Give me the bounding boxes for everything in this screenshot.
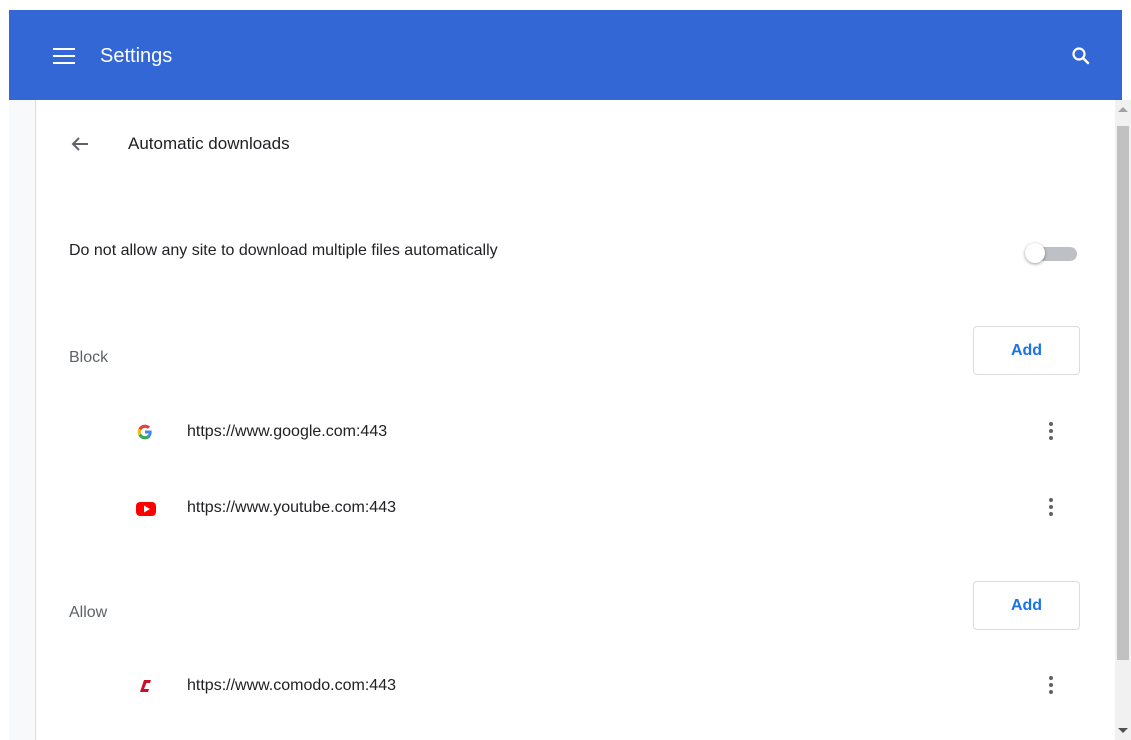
block-site-row: https://www.youtube.com:443: [120, 488, 1100, 528]
allow-add-button[interactable]: Add: [973, 581, 1080, 630]
site-url-link[interactable]: https://www.google.com:443: [187, 421, 387, 443]
search-icon[interactable]: [1069, 44, 1093, 68]
more-actions-icon[interactable]: [1040, 674, 1062, 698]
arrow-back-icon[interactable]: [68, 132, 92, 156]
scroll-down-arrow-icon[interactable]: [1118, 728, 1128, 733]
vertical-scrollbar[interactable]: [1115, 100, 1131, 740]
allow-section-label: Allow: [69, 604, 108, 621]
scroll-up-arrow-icon[interactable]: [1118, 107, 1128, 112]
site-url-link[interactable]: https://www.youtube.com:443: [187, 497, 396, 519]
block-section-label: Block: [69, 349, 109, 366]
page-title: Automatic downloads: [128, 134, 290, 153]
more-actions-icon[interactable]: [1040, 496, 1062, 520]
comodo-favicon-icon: [135, 676, 157, 696]
more-actions-icon[interactable]: [1040, 420, 1062, 444]
block-all-toggle[interactable]: [1025, 241, 1079, 265]
block-add-button[interactable]: Add: [973, 326, 1080, 375]
app-header: Settings: [9, 10, 1122, 100]
youtube-favicon-icon: [135, 498, 157, 518]
block-all-setting-label: Do not allow any site to download multip…: [69, 242, 498, 259]
scrollbar-thumb[interactable]: [1117, 126, 1129, 660]
google-favicon-icon: [135, 422, 157, 442]
left-gutter: [9, 100, 35, 740]
block-site-row: https://www.google.com:443: [120, 412, 1100, 452]
allow-site-row: https://www.comodo.com:443: [120, 666, 1100, 706]
site-url-link[interactable]: https://www.comodo.com:443: [187, 675, 396, 697]
hamburger-menu-icon[interactable]: [53, 48, 75, 64]
app-title: Settings: [100, 45, 173, 67]
toggle-knob: [1025, 243, 1045, 263]
